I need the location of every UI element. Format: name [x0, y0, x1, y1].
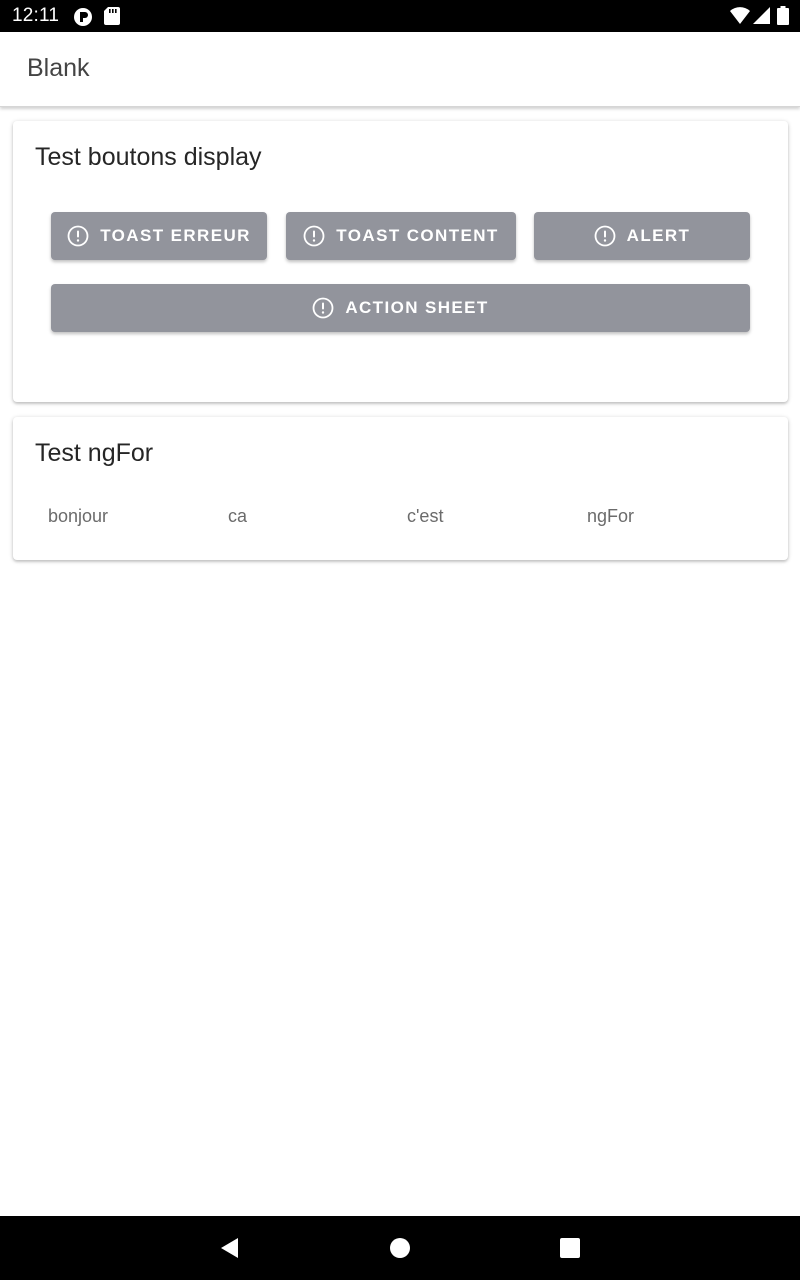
- action-sheet-button[interactable]: ACTION SHEET: [51, 284, 750, 332]
- alert-circle-icon: [312, 297, 334, 319]
- home-icon[interactable]: [388, 1236, 412, 1260]
- app-notification-icon: [73, 7, 93, 32]
- list-item: ca: [228, 506, 248, 526]
- list-item: c'est: [407, 506, 444, 526]
- page-title: Blank: [27, 54, 90, 82]
- alert-circle-icon: [594, 225, 616, 247]
- alert-button[interactable]: ALERT: [534, 212, 750, 260]
- card-ngfor: Test ngFor bonjour ca c'est ngFor: [13, 417, 788, 560]
- battery-icon: [777, 6, 789, 30]
- status-bar: 12:11: [0, 0, 800, 32]
- toolbar: Blank: [0, 32, 800, 107]
- card-buttons: Test boutons display TOAST ERREUR TOAST …: [13, 121, 788, 402]
- recents-icon[interactable]: [558, 1236, 582, 1260]
- card-title-buttons: Test boutons display: [35, 143, 262, 171]
- alert-circle-icon: [67, 225, 89, 247]
- alert-circle-icon: [303, 225, 325, 247]
- button-label: TOAST ERREUR: [100, 226, 251, 245]
- toast-erreur-button[interactable]: TOAST ERREUR: [51, 212, 267, 260]
- card-title-ngfor: Test ngFor: [35, 439, 154, 467]
- button-label: ACTION SHEET: [345, 298, 489, 317]
- cell-signal-icon: [753, 7, 770, 29]
- list-item: bonjour: [48, 506, 109, 526]
- back-icon[interactable]: [218, 1236, 242, 1260]
- navigation-bar: [0, 1216, 800, 1280]
- button-label: ALERT: [626, 226, 691, 245]
- status-time: 12:11: [12, 5, 60, 26]
- wifi-icon: [730, 7, 750, 29]
- toast-content-button[interactable]: TOAST CONTENT: [286, 212, 516, 260]
- button-label: TOAST CONTENT: [336, 226, 499, 245]
- sd-card-icon: [104, 7, 120, 30]
- list-item: ngFor: [587, 506, 635, 526]
